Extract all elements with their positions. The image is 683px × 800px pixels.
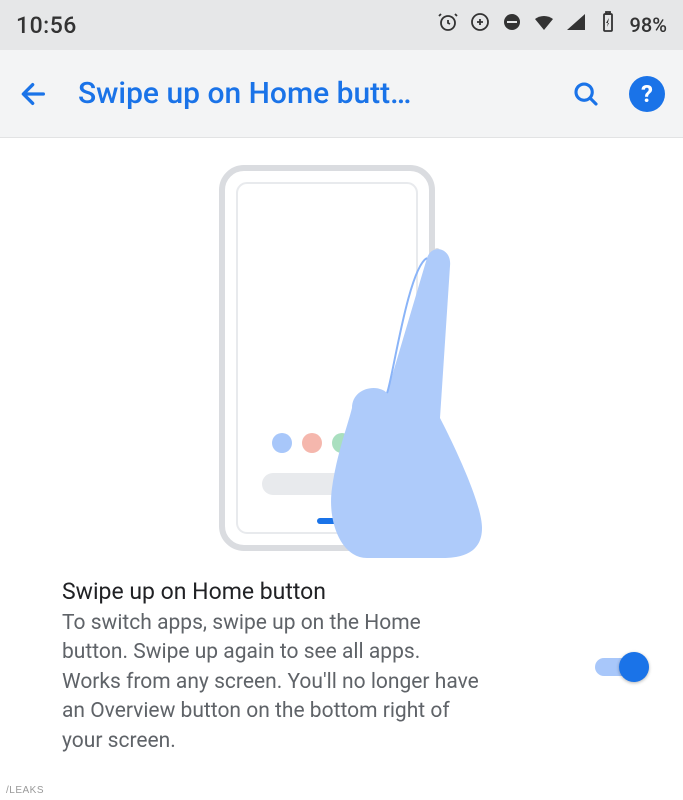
setting-toggle[interactable] (595, 652, 649, 682)
toggle-thumb (619, 652, 649, 682)
search-button[interactable] (571, 79, 601, 109)
alarm-icon (436, 10, 460, 40)
illustration-container (0, 138, 683, 568)
back-button[interactable] (18, 78, 50, 110)
app-bar: Swipe up on Home butt… ? (0, 50, 683, 138)
status-bar: 10:56 98% (0, 0, 683, 50)
battery-percentage: 98% (630, 13, 667, 37)
wifi-icon (532, 10, 556, 40)
setting-description: To switch apps, swipe up on the Home but… (62, 609, 482, 756)
status-icons: 98% (436, 10, 667, 40)
help-icon: ? (641, 80, 653, 108)
help-button[interactable]: ? (629, 76, 665, 112)
data-saver-icon (468, 10, 492, 40)
setting-row: Swipe up on Home button To switch apps, … (0, 568, 683, 756)
cellular-icon (564, 10, 588, 40)
setting-text: Swipe up on Home button To switch apps, … (62, 578, 575, 756)
watermark: /LEAKS (6, 785, 44, 796)
do-not-disturb-icon (500, 10, 524, 40)
battery-icon (596, 10, 620, 40)
status-time: 10:56 (16, 12, 77, 39)
setting-title: Swipe up on Home button (62, 578, 575, 605)
page-title: Swipe up on Home butt… (68, 76, 553, 111)
gesture-illustration (192, 158, 492, 558)
